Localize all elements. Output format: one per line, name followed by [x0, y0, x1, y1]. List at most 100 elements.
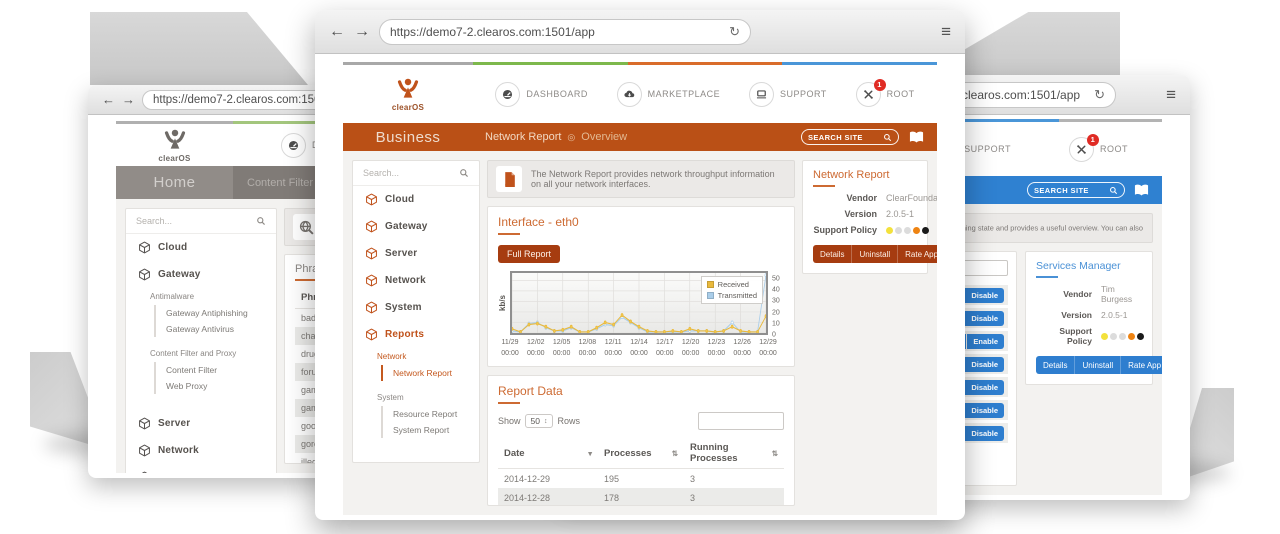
interface-panel: Interface - eth0 Full Report kb/s Receiv… [487, 206, 795, 367]
policy-label: Support Policy [813, 225, 877, 235]
version-value: 2.0.5-1 [877, 209, 937, 219]
transmitted-swatch [707, 292, 714, 299]
tree-item-content-filter[interactable]: Content Filter [166, 362, 270, 378]
help-book-icon[interactable] [908, 130, 925, 145]
chart-plot-area: Received Transmitted [510, 271, 768, 335]
col-running[interactable]: Running Processes⇅ [684, 438, 784, 468]
menu-icon[interactable]: ≡ [941, 22, 951, 42]
policy-label: Support Policy [1036, 326, 1092, 346]
cube-icon [365, 247, 378, 260]
app-action-buttons: Details Uninstall Rate App [1036, 356, 1162, 374]
search-icon [1109, 186, 1118, 195]
y-axis-label: kb/s [498, 271, 510, 335]
cube-icon [365, 220, 378, 233]
tree-item-network-report[interactable]: Network Report [393, 365, 473, 381]
sidebar-item-system[interactable]: System [126, 464, 276, 473]
url-bar[interactable]: https://demo7-2.clearos.com:1501/app ↻ [379, 19, 751, 45]
service-state-button[interactable]: Disable [965, 380, 1004, 395]
tree-item-antiphishing[interactable]: Gateway Antiphishing [166, 305, 270, 321]
details-button[interactable]: Details [1036, 356, 1075, 374]
col-processes[interactable]: Processes⇅ [598, 438, 684, 468]
report-data-panel: Report Data Show 50 ↕ Rows Date▾ [487, 375, 795, 506]
nav-dashboard-label: DASHBOARD [526, 89, 588, 99]
sidebar-search-input[interactable]: Search... [126, 209, 276, 234]
sidebar-item-network[interactable]: Network [126, 437, 276, 464]
sidebar-item[interactable]: Gateway [353, 213, 479, 240]
sidebar-search-input[interactable]: Search... [353, 161, 479, 186]
uninstall-button[interactable]: Uninstall [852, 245, 898, 263]
service-state-button[interactable]: Disable [965, 403, 1004, 418]
tree-item-resource-report[interactable]: Resource Report [393, 406, 473, 422]
root-tools-icon: 1 [856, 82, 881, 107]
nav-marketplace[interactable]: MARKETPLACE [617, 82, 721, 107]
info-banner: The Network Report provides network thro… [487, 160, 795, 198]
sidebar-item-cloud[interactable]: Cloud [126, 234, 276, 261]
cube-icon [138, 417, 151, 430]
sidebar-item[interactable]: System [353, 294, 479, 321]
sidebar-item[interactable]: Network [353, 267, 479, 294]
center-browser-toolbar: ← → https://demo7-2.clearos.com:1501/app… [315, 10, 965, 54]
version-value: 2.0.5-1 [1092, 310, 1144, 320]
help-book-icon[interactable] [1133, 183, 1150, 198]
site-search-input[interactable]: SEARCH SITE [1027, 182, 1125, 198]
nav-support[interactable]: SUPPORT [749, 82, 827, 107]
backdrop-sheet-top-left [90, 12, 308, 85]
reload-icon[interactable]: ↻ [729, 24, 740, 40]
page-size-select[interactable]: 50 ↕ [525, 414, 554, 428]
reports-subtree: Network Network Report System Resource R… [353, 348, 479, 454]
sidebar-item-server[interactable]: Server [126, 410, 276, 437]
cube-icon [138, 268, 151, 281]
policy-dot [1110, 333, 1117, 340]
sidebar-item[interactable]: Server [353, 240, 479, 267]
sidebar-item[interactable]: Cloud [353, 186, 479, 213]
center-content: Search... Cloud [343, 151, 937, 515]
show-label: Show [498, 416, 521, 426]
tree-item-system-report[interactable]: System Report [393, 422, 473, 438]
throughput-chart: kb/s Received Transmitted 01020304050 [498, 271, 784, 335]
service-state-button[interactable]: Disable [965, 288, 1004, 303]
reload-icon[interactable]: ↻ [1094, 87, 1105, 103]
policy-dot [1101, 333, 1108, 340]
nav-root[interactable]: 1 ROOT [856, 82, 915, 107]
forward-icon[interactable]: → [122, 93, 135, 106]
forward-icon[interactable]: → [354, 24, 370, 40]
table-controls: Show 50 ↕ Rows [498, 410, 784, 438]
report-document-icon [496, 166, 522, 192]
sidebar-item-gateway[interactable]: Gateway [126, 261, 276, 288]
uninstall-button[interactable]: Uninstall [1075, 356, 1121, 374]
sidebar-item[interactable]: Reports [353, 321, 479, 348]
search-icon [883, 133, 892, 142]
service-state-button[interactable]: Disable [965, 426, 1004, 441]
nav-root[interactable]: 1 ROOT [1069, 137, 1128, 162]
center-browser-window: ← → https://demo7-2.clearos.com:1501/app… [315, 10, 965, 520]
tree-item-antivirus[interactable]: Gateway Antivirus [166, 321, 270, 337]
nav-dashboard[interactable]: DASHBOARD [495, 82, 588, 107]
panel-title: Network Report [813, 169, 917, 187]
col-date[interactable]: Date▾ [498, 438, 598, 468]
service-state-button[interactable]: Disable [965, 357, 1004, 372]
rate-app-button[interactable]: Rate App [1121, 356, 1162, 374]
policy-dot [913, 227, 920, 234]
clearos-logo-text: clearOS [392, 103, 424, 112]
sidebar-search-placeholder: Search... [136, 216, 172, 226]
cube-icon [365, 328, 378, 341]
full-report-button[interactable]: Full Report [498, 245, 560, 263]
site-search-input[interactable]: SEARCH SITE [801, 129, 899, 145]
menu-icon[interactable]: ≡ [1166, 85, 1176, 105]
back-icon[interactable]: ← [102, 93, 115, 106]
search-icon [459, 168, 469, 178]
details-button[interactable]: Details [813, 245, 852, 263]
rate-app-button[interactable]: Rate App [898, 245, 937, 263]
policy-dot [922, 227, 929, 234]
sort-both-icon: ⇅ [772, 449, 778, 458]
service-state-button[interactable]: Disable [965, 311, 1004, 326]
tree-item-web-proxy[interactable]: Web Proxy [166, 378, 270, 394]
dashboard-gauge-icon [281, 133, 306, 158]
breadcrumb-app[interactable]: Content Filter [247, 177, 313, 189]
back-icon[interactable]: ← [329, 24, 345, 40]
breadcrumb-page: Overview [581, 131, 627, 143]
breadcrumb-app[interactable]: Network Report [485, 131, 561, 143]
service-state-button[interactable]: Enable [967, 334, 1004, 349]
cube-icon [138, 444, 151, 457]
table-filter-input[interactable] [698, 412, 784, 430]
